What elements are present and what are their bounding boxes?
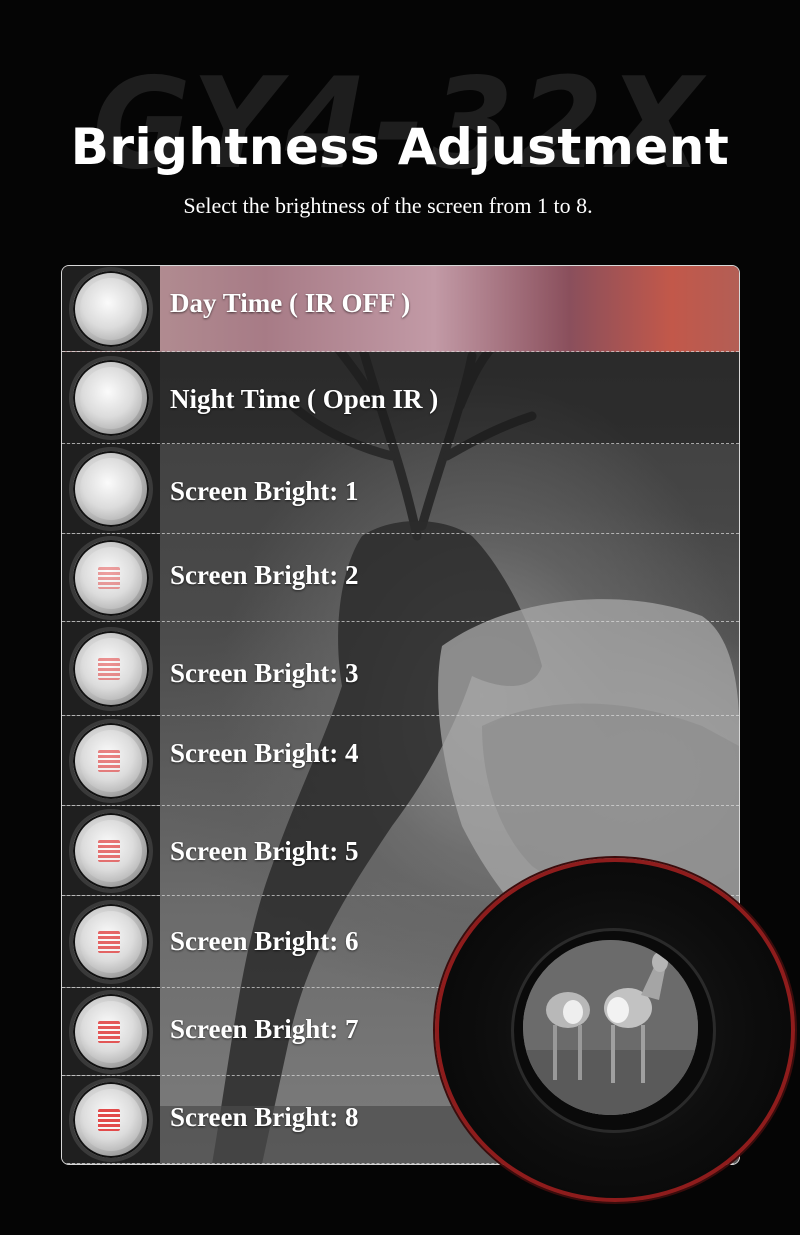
- eyepiece-thumbnail: [62, 534, 160, 621]
- eyepiece-thumbnail: [62, 352, 160, 443]
- eyepiece-thumbnail: [62, 622, 160, 715]
- mode-label: Screen Bright: 3: [170, 658, 359, 688]
- brightness-bars-icon: [98, 1020, 120, 1043]
- mode-label: Screen Bright: 5: [170, 836, 359, 866]
- eyepiece-thumbnail: [62, 806, 160, 895]
- eyepiece-view-image: [435, 858, 795, 1202]
- mode-label: Screen Bright: 2: [170, 560, 359, 590]
- mode-label: Screen Bright: 6: [170, 926, 359, 956]
- lens-icon: [69, 535, 153, 620]
- eyepiece-thumbnail: [62, 1076, 160, 1163]
- brightness-bars-icon: [98, 566, 120, 589]
- eyepiece-thumbnail: [62, 988, 160, 1075]
- mode-row: Screen Bright: 3: [62, 622, 739, 716]
- mode-row: Screen Bright: 4: [62, 716, 739, 806]
- lens-icon: [69, 808, 153, 893]
- lens-icon: [69, 718, 153, 803]
- mode-row: Night Time ( Open IR ): [62, 352, 739, 444]
- page-subtitle: Select the brightness of the screen from…: [183, 193, 593, 218]
- brightness-bars-icon: [98, 657, 120, 680]
- mode-label: Day Time ( IR OFF ): [170, 288, 411, 318]
- brightness-bars-icon: [98, 930, 120, 953]
- lens-icon: [69, 899, 153, 984]
- mode-label: Screen Bright: 4: [170, 738, 359, 768]
- eyepiece-thumbnail: [62, 716, 160, 805]
- brightness-bars-icon: [98, 749, 120, 772]
- lens-icon: [69, 355, 153, 440]
- brightness-bars-icon: [98, 839, 120, 862]
- page-title: Brightness Adjustment: [70, 118, 730, 176]
- mode-label: Screen Bright: 8: [170, 1102, 359, 1132]
- two-deer-thermal-image: [523, 940, 698, 1115]
- mode-label: Screen Bright: 1: [170, 476, 359, 506]
- lens-icon: [69, 266, 153, 351]
- lens-icon: [69, 626, 153, 711]
- mode-label: Screen Bright: 7: [170, 1014, 359, 1044]
- mode-row: Day Time ( IR OFF ): [62, 266, 739, 352]
- mode-label: Night Time ( Open IR ): [170, 384, 439, 414]
- eyepiece-screen: [523, 940, 698, 1115]
- eyepiece-thumbnail: [62, 444, 160, 533]
- mode-row: Screen Bright: 2: [62, 534, 739, 622]
- eyepiece-thumbnail: [62, 896, 160, 987]
- lens-icon: [69, 989, 153, 1074]
- lens-icon: [69, 446, 153, 531]
- eyepiece-thumbnail: [62, 266, 160, 351]
- lens-icon: [69, 1077, 153, 1162]
- brightness-bars-icon: [98, 1108, 120, 1131]
- mode-row: Screen Bright: 1: [62, 444, 739, 534]
